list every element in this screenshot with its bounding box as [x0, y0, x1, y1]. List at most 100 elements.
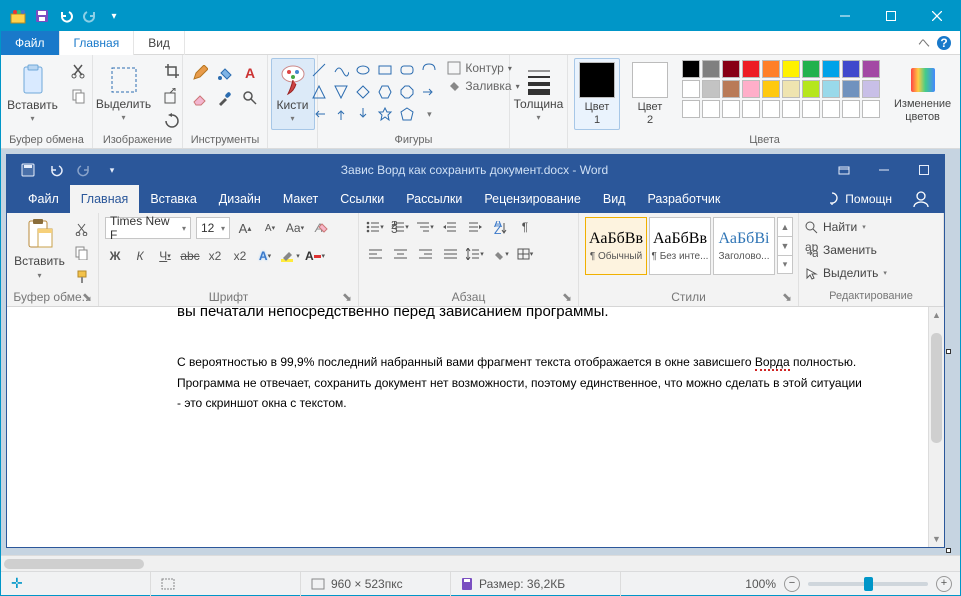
- line-spacing-icon[interactable]: ▾: [465, 244, 485, 264]
- align-right-icon[interactable]: [415, 244, 435, 264]
- qat-save-icon[interactable]: [31, 5, 53, 27]
- gallery-scroll[interactable]: ▲▼▾: [777, 217, 793, 274]
- bullets-icon[interactable]: ▾: [365, 217, 385, 237]
- select-button[interactable]: Выделить▾: [92, 58, 155, 130]
- palette-swatch[interactable]: [722, 100, 740, 118]
- font-size-combo[interactable]: 12▾: [196, 217, 230, 239]
- zoom-in-button[interactable]: +: [936, 576, 952, 592]
- paint-canvas[interactable]: ▾ Завис Ворд как сохранить документ.docx…: [1, 149, 960, 555]
- change-case-icon[interactable]: Aa▾: [285, 218, 305, 238]
- palette-swatch[interactable]: [762, 100, 780, 118]
- palette-swatch[interactable]: [762, 80, 780, 98]
- word-vscrollbar[interactable]: ▲ ▼: [928, 307, 944, 547]
- font-color-icon[interactable]: A▾: [305, 246, 325, 266]
- word-qat-more-icon[interactable]: ▾: [99, 158, 125, 182]
- zoom-slider[interactable]: [808, 582, 928, 586]
- bold-icon[interactable]: Ж: [105, 246, 125, 266]
- indent-inc-icon[interactable]: [465, 217, 485, 237]
- palette-swatch[interactable]: [782, 80, 800, 98]
- qat-customize-icon[interactable]: ▾: [103, 5, 125, 27]
- subscript-icon[interactable]: x2: [205, 246, 225, 266]
- word-tab-view[interactable]: Вид: [592, 185, 637, 213]
- word-tab-dev[interactable]: Разработчик: [636, 185, 731, 213]
- numbering-icon[interactable]: 123▾: [390, 217, 410, 237]
- text-effects-icon[interactable]: A▾: [255, 246, 275, 266]
- find-button[interactable]: Найти ▾: [805, 217, 887, 237]
- help-icon[interactable]: ?: [936, 35, 952, 51]
- account-icon[interactable]: [912, 190, 936, 208]
- text-icon[interactable]: A: [239, 62, 261, 84]
- replace-button[interactable]: abacЗаменить: [805, 240, 887, 260]
- word-save-icon[interactable]: [15, 158, 41, 182]
- word-tab-design[interactable]: Дизайн: [208, 185, 272, 213]
- pencil-icon[interactable]: [189, 62, 211, 84]
- copy-icon[interactable]: [68, 85, 90, 107]
- italic-icon[interactable]: К: [130, 246, 150, 266]
- align-left-icon[interactable]: [365, 244, 385, 264]
- shading-icon[interactable]: ▾: [490, 244, 510, 264]
- palette-swatch[interactable]: [682, 100, 700, 118]
- palette-swatch[interactable]: [742, 100, 760, 118]
- palette-swatch[interactable]: [842, 60, 860, 78]
- palette-swatch[interactable]: [822, 60, 840, 78]
- palette-swatch[interactable]: [702, 80, 720, 98]
- strike-icon[interactable]: abc: [180, 246, 200, 266]
- word-maximize-icon[interactable]: [904, 155, 944, 185]
- size-button[interactable]: Толщина▾: [510, 58, 568, 130]
- palette-swatch[interactable]: [802, 60, 820, 78]
- close-button[interactable]: [914, 1, 960, 31]
- help-label[interactable]: Помощн: [845, 192, 892, 206]
- palette-swatch[interactable]: [842, 80, 860, 98]
- highlight-icon[interactable]: ▾: [280, 246, 300, 266]
- style-item[interactable]: АаБбВіЗаголово...: [713, 217, 775, 275]
- palette-swatch[interactable]: [862, 60, 880, 78]
- outline-icon[interactable]: [447, 61, 461, 75]
- palette-swatch[interactable]: [802, 100, 820, 118]
- scroll-up-icon[interactable]: ▲: [929, 307, 944, 323]
- word-tab-insert[interactable]: Вставка: [139, 185, 207, 213]
- palette-swatch[interactable]: [842, 100, 860, 118]
- word-paste-button[interactable]: Вставить ▾: [13, 217, 66, 290]
- fill-btn-icon[interactable]: [447, 79, 461, 93]
- qat-undo-icon[interactable]: [55, 5, 77, 27]
- scroll-down-icon[interactable]: ▼: [929, 531, 944, 547]
- align-justify-icon[interactable]: [440, 244, 460, 264]
- palette-swatch[interactable]: [822, 80, 840, 98]
- show-marks-icon[interactable]: ¶: [515, 217, 535, 237]
- tab-view[interactable]: Вид: [134, 31, 185, 55]
- fill-icon[interactable]: [214, 62, 236, 84]
- font-name-combo[interactable]: Times New F▾: [105, 217, 191, 239]
- magnifier-icon[interactable]: [239, 87, 261, 109]
- palette-swatch[interactable]: [782, 100, 800, 118]
- scroll-thumb[interactable]: [931, 333, 942, 443]
- word-minimize-icon[interactable]: [864, 155, 904, 185]
- canvas-handle[interactable]: [946, 548, 951, 553]
- borders-icon[interactable]: ▾: [515, 244, 535, 264]
- minimize-button[interactable]: [822, 1, 868, 31]
- scroll-thumb[interactable]: [4, 559, 144, 569]
- palette-swatch[interactable]: [862, 100, 880, 118]
- word-tab-layout[interactable]: Макет: [272, 185, 329, 213]
- color2-button[interactable]: Цвет 2: [628, 58, 672, 130]
- word-copy-icon[interactable]: [72, 243, 92, 263]
- palette-swatch[interactable]: [702, 60, 720, 78]
- tab-home[interactable]: Главная: [60, 31, 135, 55]
- palette-swatch[interactable]: [722, 80, 740, 98]
- indent-dec-icon[interactable]: [440, 217, 460, 237]
- word-tab-review[interactable]: Рецензирование: [473, 185, 592, 213]
- qat-redo-icon[interactable]: [79, 5, 101, 27]
- word-tab-mail[interactable]: Рассылки: [395, 185, 473, 213]
- eyedropper-icon[interactable]: [214, 87, 236, 109]
- palette-swatch[interactable]: [822, 100, 840, 118]
- dialog-launcher-icon[interactable]: ⬊: [562, 290, 572, 304]
- word-ribbon-opts-icon[interactable]: [824, 155, 864, 185]
- clear-format-icon[interactable]: A: [310, 218, 330, 238]
- zoom-out-button[interactable]: −: [784, 576, 800, 592]
- color-palette[interactable]: [680, 58, 882, 120]
- dialog-launcher-icon[interactable]: ⬊: [342, 290, 352, 304]
- word-tab-home[interactable]: Главная: [70, 185, 140, 213]
- word-redo-icon[interactable]: [71, 158, 97, 182]
- dialog-launcher-icon[interactable]: ⬊: [82, 290, 92, 304]
- underline-icon[interactable]: Ч ▾: [155, 246, 175, 266]
- multilevel-icon[interactable]: ▾: [415, 217, 435, 237]
